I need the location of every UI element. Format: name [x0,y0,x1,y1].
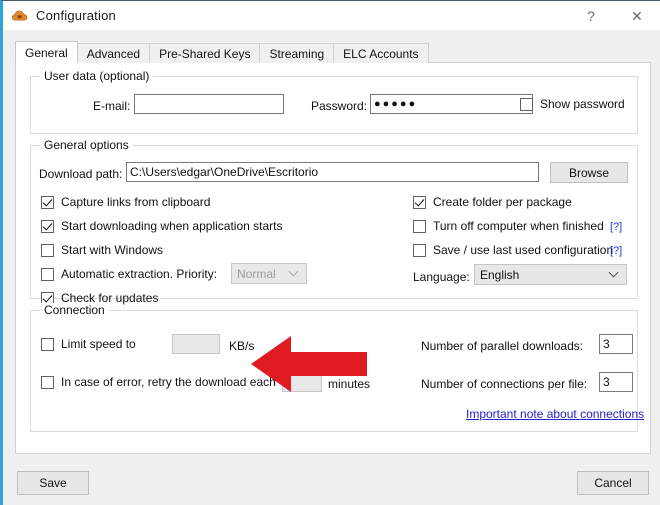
general-options-group: General options Download path: Browse Ca… [30,138,638,305]
checkbox-automatic-extraction-box [41,267,54,281]
checkbox-retry-download-label: In case of error, retry the download eac… [61,375,276,389]
checkbox-limit-speed-box [41,337,54,351]
save-button[interactable]: Save [17,471,89,495]
tab-streaming[interactable]: Streaming [259,43,335,63]
checkbox-capture-links[interactable]: Capture links from clipboard [41,195,210,209]
general-tab-panel: User data (optional) E-mail: Password: ●… [15,62,651,454]
priority-dropdown-value: Normal [237,266,276,281]
show-password-label: Show password [540,97,625,111]
general-options-group-title: General options [40,138,133,152]
user-data-group-title: User data (optional) [40,69,154,83]
title-bar: Configuration ? ✕ [3,1,660,30]
checkbox-capture-links-box [41,195,54,209]
checkbox-start-downloading[interactable]: Start downloading when application start… [41,219,282,233]
checkbox-start-with-windows-label: Start with Windows [61,243,164,257]
checkbox-limit-speed-label: Limit speed to [61,337,136,351]
language-dropdown[interactable]: English [474,264,627,285]
checkbox-start-downloading-box [41,219,54,233]
checkbox-save-last-config-box [413,243,426,257]
checkbox-automatic-extraction-label: Automatic extraction. Priority: [61,267,218,281]
window-title: Configuration [36,8,116,23]
email-label: E-mail: [93,99,131,113]
caption-buttons: ? ✕ [568,1,660,30]
chevron-down-icon [610,269,619,278]
parallel-downloads-input[interactable] [599,334,633,354]
show-password-checkbox-box [520,97,533,111]
connection-group: Connection Limit speed to KB/s In case o… [30,303,644,432]
download-path-input[interactable] [126,162,539,182]
retry-interval-input[interactable] [282,372,322,392]
help-link-turn-off-computer[interactable]: [?] [610,221,622,233]
download-path-label: Download path: [39,167,123,181]
limit-speed-input[interactable] [172,334,220,354]
important-note-link[interactable]: Important note about connections [466,407,644,421]
language-dropdown-value: English [480,267,520,282]
close-button[interactable]: ✕ [614,1,660,30]
checkbox-limit-speed[interactable]: Limit speed to [41,337,136,351]
checkbox-save-last-config-label: Save / use last used configuration [433,243,614,257]
cancel-button[interactable]: Cancel [577,471,649,495]
connections-per-file-label: Number of connections per file: [421,377,588,391]
connections-per-file-input[interactable] [599,372,633,392]
checkbox-turn-off-computer[interactable]: Turn off computer when finished [413,219,604,233]
checkbox-turn-off-computer-box [413,219,426,233]
checkbox-retry-download-box [41,375,54,389]
checkbox-create-folder-per-package[interactable]: Create folder per package [413,195,572,209]
cloud-icon [11,7,29,25]
chevron-down-icon [290,268,299,277]
tab-pre-shared-keys[interactable]: Pre-Shared Keys [149,43,261,63]
priority-dropdown[interactable]: Normal [231,263,307,284]
retry-unit-label: minutes [328,377,371,391]
tab-strip: General Advanced Pre-Shared Keys Streami… [15,41,648,63]
configuration-window: Configuration ? ✕ General Advanced Pre-S… [0,0,660,505]
checkbox-automatic-extraction[interactable]: Automatic extraction. Priority: [41,267,217,281]
password-input[interactable]: ●●●●● [370,94,533,114]
connection-group-title: Connection [40,303,109,317]
user-data-group: User data (optional) E-mail: Password: ●… [30,69,638,134]
email-input[interactable] [134,94,284,114]
password-label: Password: [311,99,368,113]
checkbox-create-folder-per-package-box [413,195,426,209]
tab-elc-accounts[interactable]: ELC Accounts [333,43,429,63]
checkbox-start-with-windows-box [41,243,54,257]
help-link-save-last-config[interactable]: [?] [610,245,622,257]
checkbox-capture-links-label: Capture links from clipboard [61,195,211,209]
checkbox-turn-off-computer-label: Turn off computer when finished [433,219,604,233]
browse-button[interactable]: Browse [550,162,628,183]
parallel-downloads-label: Number of parallel downloads: [421,339,584,353]
tab-advanced[interactable]: Advanced [76,43,151,63]
help-button[interactable]: ? [568,1,614,30]
checkbox-start-downloading-label: Start downloading when application start… [61,219,283,233]
language-label: Language: [413,270,470,284]
speed-unit-label: KB/s [229,339,255,353]
checkbox-save-last-config[interactable]: Save / use last used configuration [413,243,613,257]
checkbox-create-folder-per-package-label: Create folder per package [433,195,572,209]
tab-general[interactable]: General [15,41,78,63]
checkbox-retry-download[interactable]: In case of error, retry the download eac… [41,375,276,389]
show-password-checkbox[interactable]: Show password [520,97,625,111]
dialog-footer [3,464,660,505]
checkbox-start-with-windows[interactable]: Start with Windows [41,243,163,257]
